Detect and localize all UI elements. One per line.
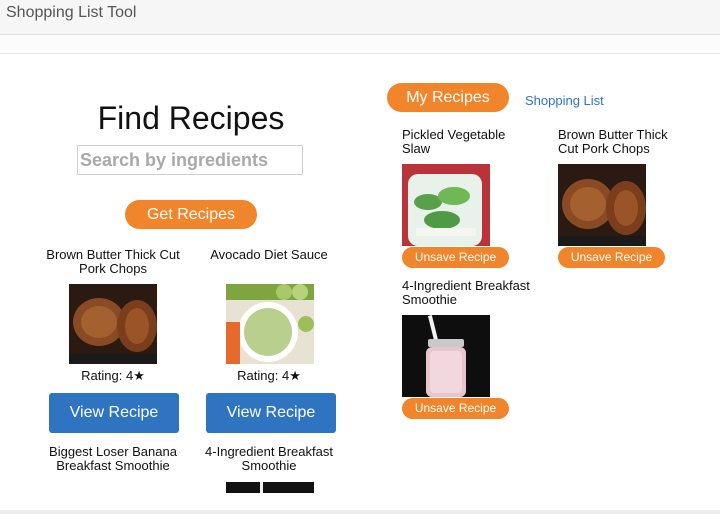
bottom-border [0, 510, 720, 514]
result-title-4-ingredient-smoothie: 4-Ingredient Breakfast Smoothie [205, 444, 333, 473]
pork-chops-photo[interactable] [69, 284, 157, 364]
result-rating: Rating: 4★ [237, 368, 301, 383]
view-recipe-button-pork-chops[interactable]: View Recipe [49, 393, 179, 433]
saved-title-pickled-slaw: Pickled Vegetable Slaw [402, 127, 506, 156]
unsave-recipe-button-pork-chops[interactable]: Unsave Recipe [558, 247, 665, 268]
unsave-recipe-button-pickled-slaw[interactable]: Unsave Recipe [402, 247, 509, 268]
saved-title-pork-chops: Brown Butter Thick Cut Pork Chops [558, 127, 668, 156]
app-titlebar: Shopping List Tool [0, 0, 720, 35]
toolbar-strip [0, 35, 720, 54]
my-recipes-tab[interactable]: My Recipes [387, 83, 509, 112]
result-title-banana-smoothie: Biggest Loser Banana Breakfast Smoothie [49, 444, 177, 473]
result-rating: Rating: 4★ [81, 368, 145, 383]
ingredient-search-input[interactable] [77, 145, 303, 175]
avocado-sauce-photo[interactable] [226, 284, 314, 364]
saved-title-4-ingredient-smoothie: 4-Ingredient Breakfast Smoothie [402, 278, 530, 307]
smoothie-photo[interactable] [402, 315, 490, 397]
app-title: Shopping List Tool [6, 4, 137, 21]
view-recipe-button-avocado-sauce[interactable]: View Recipe [206, 393, 336, 433]
result-title-avocado-sauce: Avocado Diet Sauce [210, 247, 328, 262]
pickled-slaw-photo[interactable] [402, 164, 490, 246]
pork-chops-photo[interactable] [558, 164, 646, 246]
result-title-pork-chops: Brown Butter Thick Cut Pork Chops [46, 247, 180, 276]
shopping-list-link[interactable]: Shopping List [525, 93, 604, 108]
find-recipes-heading: Find Recipes [97, 100, 285, 136]
unsave-recipe-button-smoothie[interactable]: Unsave Recipe [402, 398, 509, 419]
smoothie-photo[interactable] [226, 481, 314, 493]
get-recipes-button[interactable]: Get Recipes [125, 200, 257, 229]
